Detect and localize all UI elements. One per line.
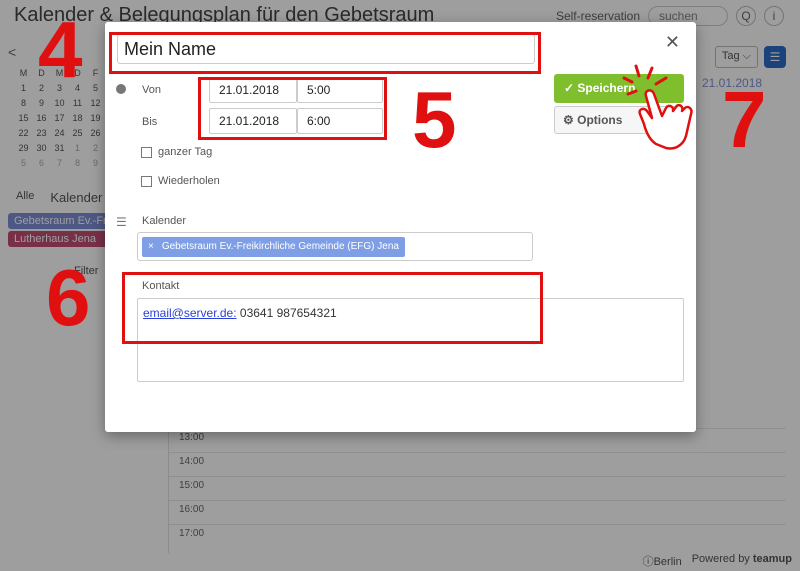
calendar-select[interactable]: × Gebetsraum Ev.-Freikirchliche Gemeinde…	[137, 232, 533, 261]
calendar-tag-label: Gebetsraum Ev.-Freikirchliche Gemeinde (…	[161, 241, 399, 252]
contact-textarea[interactable]: email@server.de: 03641 987654321	[137, 298, 684, 382]
event-title-input[interactable]: Mein Name	[117, 34, 535, 64]
all-day-checkbox[interactable]	[141, 146, 152, 158]
contact-email-link[interactable]: email@server.de:	[143, 306, 237, 320]
event-dialog: ✕ Mein Name Von Bis 21.01.2018 5:00 21.0…	[105, 22, 696, 432]
calendar-label: Kalender	[142, 215, 187, 227]
all-day-checkbox-row[interactable]: ganzer Tag	[141, 146, 212, 158]
list-icon: ☰	[116, 215, 127, 229]
from-label: Von	[142, 84, 161, 96]
calendar-tag: × Gebetsraum Ev.-Freikirchliche Gemeinde…	[142, 237, 405, 257]
clock-icon	[116, 84, 126, 94]
to-time-input[interactable]: 6:00	[297, 108, 383, 134]
repeat-checkbox[interactable]	[141, 175, 152, 187]
step-number-6: 6	[46, 253, 91, 342]
hand-cursor-icon	[622, 64, 693, 150]
step-number-4: 4	[38, 5, 83, 94]
contact-phone: 03641 987654321	[236, 306, 337, 320]
gear-icon: ⚙	[563, 113, 574, 127]
close-icon[interactable]: ✕	[665, 32, 680, 53]
step-number-5: 5	[412, 75, 457, 164]
from-date-input[interactable]: 21.01.2018	[209, 77, 297, 103]
checkmark-icon: ✓	[564, 81, 575, 95]
remove-tag-icon[interactable]: ×	[148, 237, 154, 257]
repeat-label: Wiederholen	[158, 175, 220, 187]
step-number-7: 7	[722, 75, 767, 164]
repeat-checkbox-row[interactable]: Wiederholen	[141, 175, 220, 187]
all-day-label: ganzer Tag	[158, 146, 213, 158]
options-label: Options	[577, 113, 623, 127]
to-label: Bis	[142, 116, 158, 128]
from-time-input[interactable]: 5:00	[297, 77, 383, 103]
contact-label: Kontakt	[142, 280, 180, 292]
to-date-input[interactable]: 21.01.2018	[209, 108, 297, 134]
